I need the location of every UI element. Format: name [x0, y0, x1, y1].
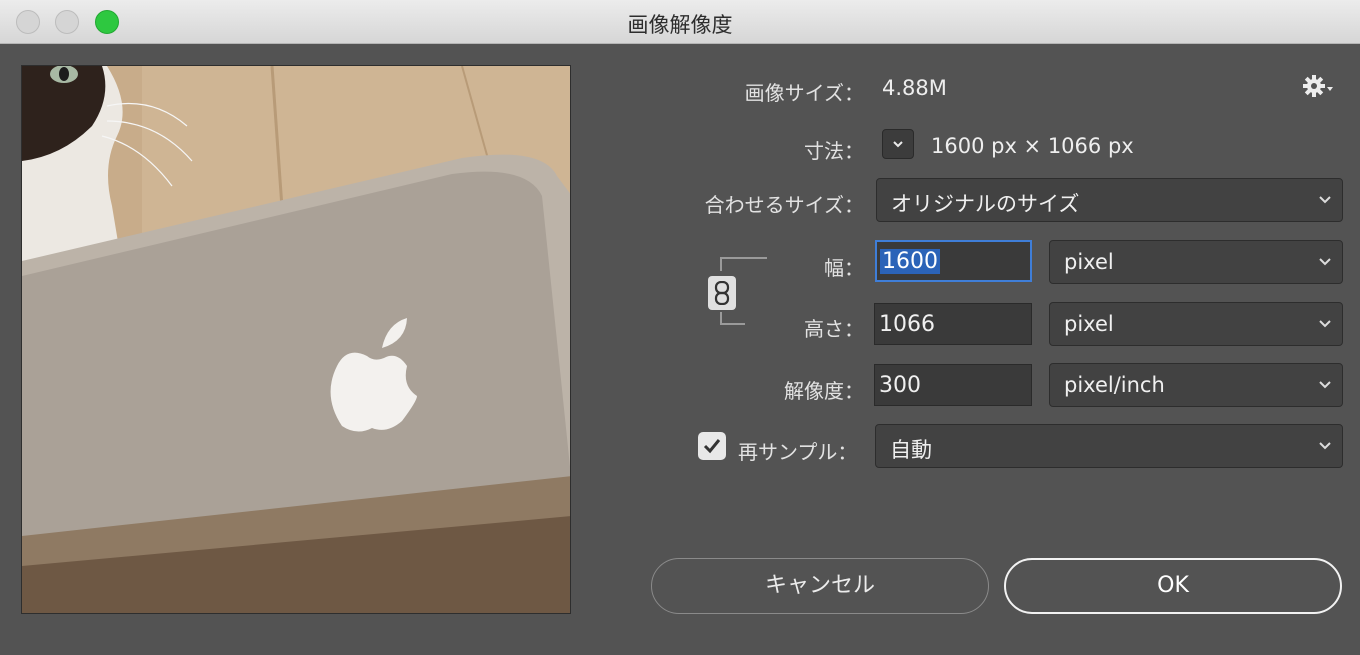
width-value: 1600	[880, 249, 940, 274]
width-unit-selected: pixel	[1064, 250, 1114, 274]
preview-image	[22, 66, 570, 613]
checkmark-icon	[703, 439, 721, 454]
image-size-value: 4.88M	[882, 76, 947, 100]
image-size-label: 画像サイズ：	[744, 81, 864, 105]
height-unit-select[interactable]: pixel	[1049, 302, 1343, 346]
height-unit-selected: pixel	[1064, 312, 1114, 336]
height-field[interactable]: 1066	[874, 303, 1032, 345]
dimensions-label: 寸法：	[804, 139, 864, 163]
width-unit-select[interactable]: pixel	[1049, 240, 1343, 284]
resample-checkbox[interactable]	[698, 432, 726, 460]
window-title: 画像解像度	[627, 13, 733, 37]
fit-to-select[interactable]: オリジナルのサイズ	[876, 178, 1343, 222]
chevron-down-icon	[893, 141, 903, 148]
ok-button[interactable]: OK	[1004, 558, 1342, 614]
link-icon	[714, 281, 730, 305]
constrain-proportions-toggle[interactable]	[708, 276, 736, 310]
chevron-down-icon	[1319, 320, 1331, 328]
title-bar: 画像解像度	[0, 0, 1360, 44]
dimensions-value: 1600 px × 1066 px	[931, 134, 1134, 158]
resample-method-select[interactable]: 自動	[875, 424, 1343, 468]
height-value: 1066	[879, 312, 935, 337]
dimensions-unit-toggle[interactable]	[882, 129, 914, 159]
cancel-button[interactable]: キャンセル	[651, 558, 989, 614]
image-preview[interactable]	[21, 65, 571, 614]
chevron-down-icon	[1319, 258, 1331, 266]
width-field[interactable]: 1600	[875, 240, 1032, 282]
chevron-down-icon	[1319, 442, 1331, 450]
fit-to-selected: オリジナルのサイズ	[891, 192, 1080, 216]
resolution-value: 300	[879, 373, 921, 398]
resolution-unit-select[interactable]: pixel/inch	[1049, 363, 1343, 407]
resample-method-selected: 自動	[890, 438, 932, 462]
settings-gear-button[interactable]	[1302, 74, 1336, 98]
resolution-field[interactable]: 300	[874, 364, 1032, 406]
height-label: 高さ：	[804, 317, 864, 341]
width-label: 幅：	[824, 256, 864, 280]
fit-to-label: 合わせるサイズ：	[704, 193, 864, 217]
chevron-down-icon	[1319, 196, 1331, 204]
chevron-down-icon	[1319, 381, 1331, 389]
resample-label: 再サンプル：	[738, 440, 858, 464]
resolution-unit-selected: pixel/inch	[1064, 373, 1165, 397]
gear-icon	[1303, 75, 1333, 97]
resolution-label: 解像度：	[784, 379, 864, 403]
